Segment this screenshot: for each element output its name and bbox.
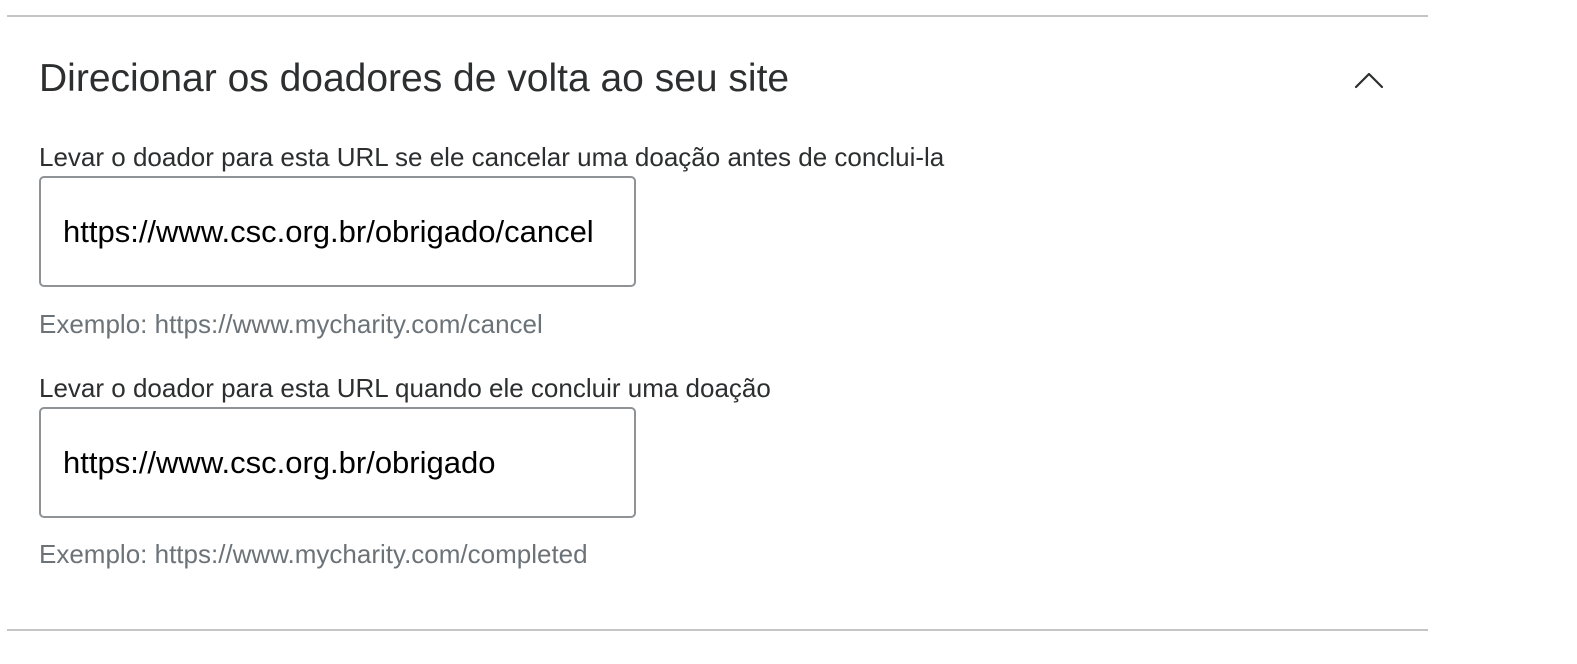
cancel-url-label: Levar o doador para esta URL se ele canc… [39,142,945,172]
chevron-up-icon[interactable] [1349,61,1389,101]
completed-url-help: Exemplo: https://www.mycharity.com/compl… [39,539,588,569]
completed-url-input[interactable] [39,407,636,518]
completed-url-label: Levar o doador para esta URL quando ele … [39,373,771,403]
cancel-url-help: Exemplo: https://www.mycharity.com/cance… [39,309,543,339]
section-title: Direcionar os doadores de volta ao seu s… [39,57,790,100]
section-header[interactable]: Direcionar os doadores de volta ao seu s… [39,53,1399,105]
redirect-donors-section: Direcionar os doadores de volta ao seu s… [7,15,1428,631]
cancel-url-input[interactable] [39,176,636,287]
